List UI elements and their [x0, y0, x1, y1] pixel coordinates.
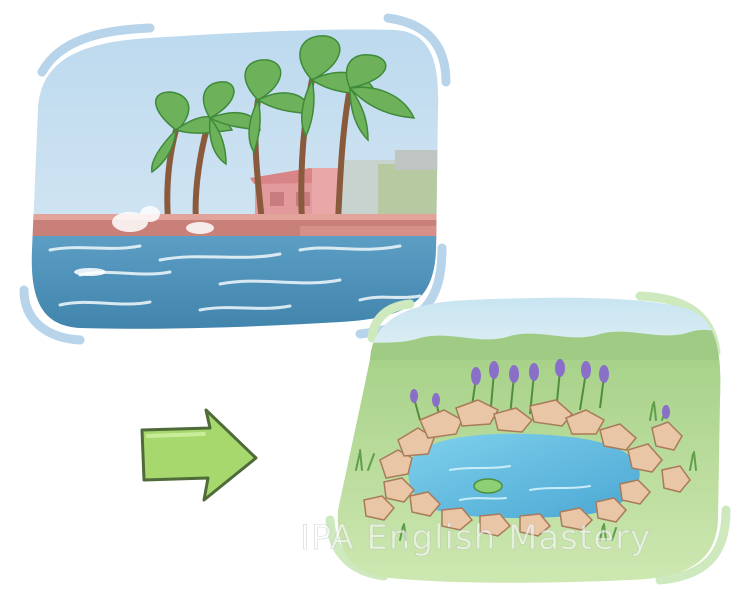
- illustration-canvas: [19, 13, 731, 585]
- storm-scene: [19, 13, 451, 345]
- lily-pad: [473, 478, 503, 494]
- arrow-right-icon: [140, 408, 258, 502]
- pond-scene: [325, 291, 731, 585]
